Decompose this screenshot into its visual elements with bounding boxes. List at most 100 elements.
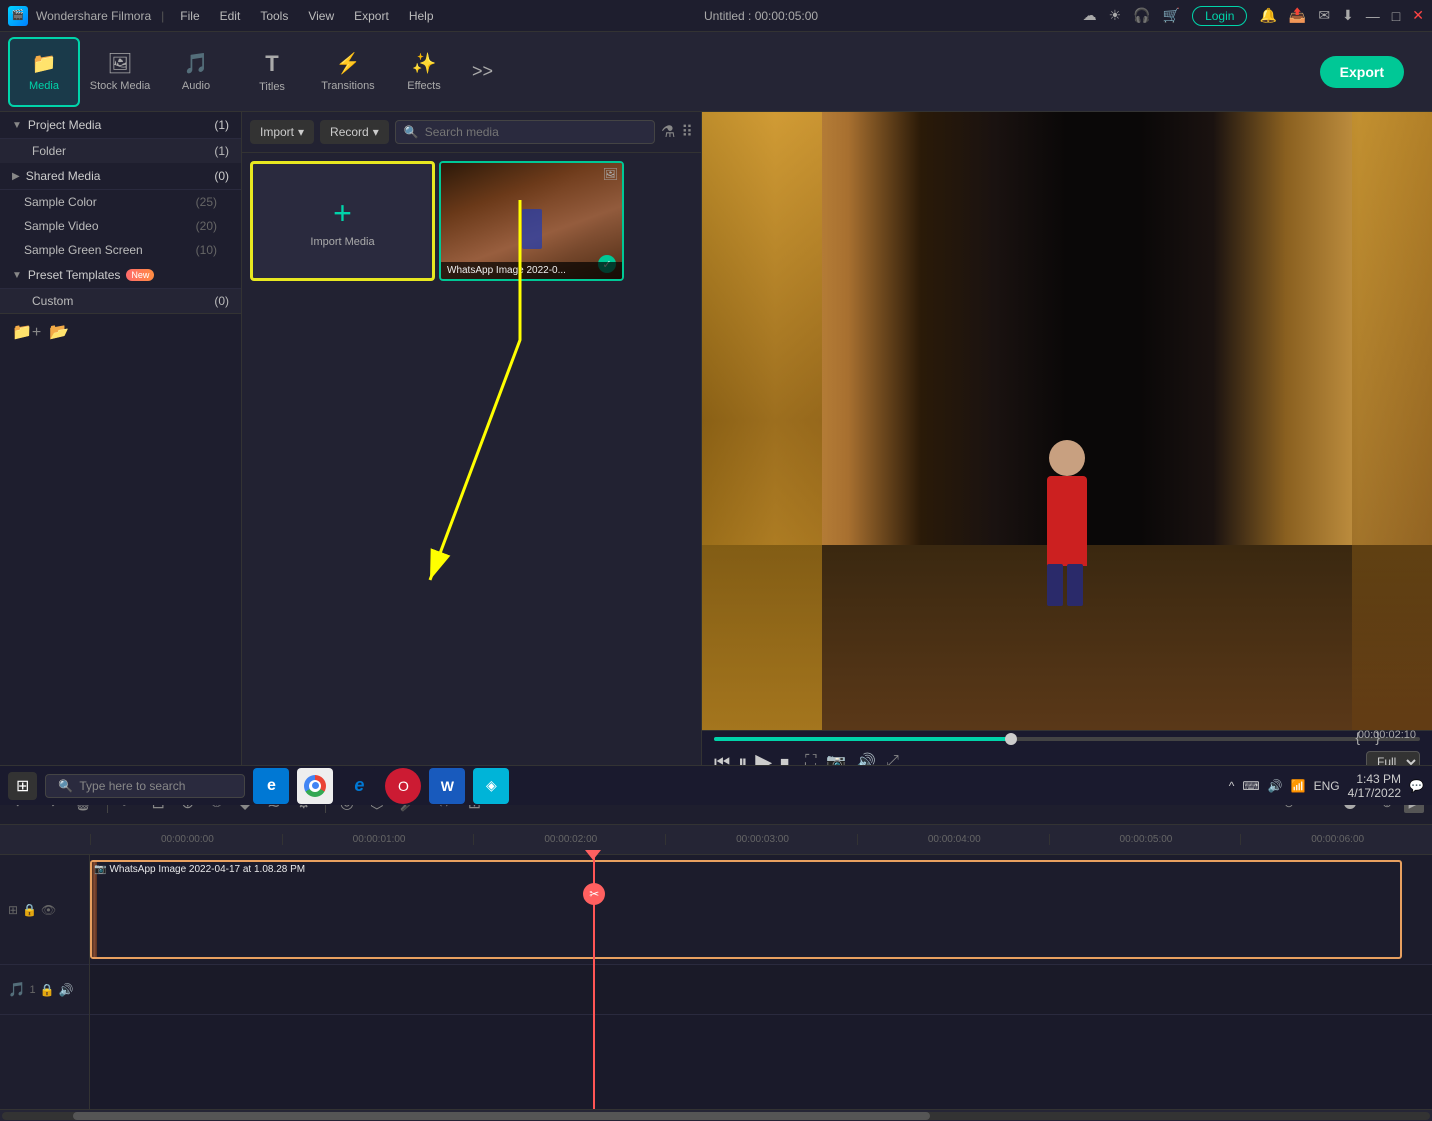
sidebar-shared-media-label: Shared Media [26,169,101,183]
sample-green-screen-count: (10) [196,243,217,257]
toolbar-more[interactable]: >> [464,53,501,90]
sidebar-item-custom[interactable]: Custom (0) [0,289,241,313]
export-button[interactable]: Export [1320,56,1404,88]
language-indicator: ENG [1314,779,1340,793]
ruler-label-4: 00:00:04:00 [857,834,1049,845]
mail-icon[interactable]: ✉ [1318,7,1330,24]
chevron-down-icon: ▼ [12,120,22,131]
playhead-head [585,850,601,860]
menu-file[interactable]: File [174,9,205,23]
audio-number: 1 [29,984,35,996]
clip-label: WhatsApp Image 2022-04-17 at 1.08.28 PM [109,864,305,875]
titles-label: Titles [259,81,285,93]
video-track-lock-icon[interactable]: 🔒 [22,903,37,917]
custom-count: (0) [214,294,229,308]
track-area: ⊞ 🔒 👁 🎵 1 🔒 🔊 [0,855,1432,1109]
close-button[interactable]: ✕ [1412,7,1424,24]
main-area: ▼ Project Media (1) Folder (1) ▶ Shared … [0,112,1432,781]
import-placeholder[interactable]: + Import Media [250,161,435,281]
audio-lock-icon[interactable]: 🔒 [40,983,55,997]
menu-view[interactable]: View [302,9,340,23]
sidebar-section-preset-templates[interactable]: ▼ Preset Templates New [0,262,241,289]
download-icon[interactable]: ⬇ [1342,7,1354,24]
search-input[interactable] [425,125,646,139]
volume-icon-taskbar[interactable]: 🔊 [1268,779,1283,793]
track-label-video: ⊞ 🔒 👁 [0,855,89,965]
progress-thumb[interactable] [1005,733,1017,745]
toolbar-media[interactable]: 📁 Media [8,37,80,107]
import-button[interactable]: Import ▾ [250,120,314,144]
progress-bar[interactable]: { } 00:00:02:10 [714,737,1420,741]
ruler-label-6: 00:00:06:00 [1240,834,1432,845]
effects-label: Effects [407,80,440,92]
playhead[interactable]: ✂ [593,855,595,1109]
media-item-whatsapp[interactable]: 🖼 ✓ WhatsApp Image 2022-0... [439,161,624,281]
folder-label: Folder [32,144,66,158]
sidebar-item-sample-color[interactable]: Sample Color (25) [0,190,241,214]
sidebar-item-sample-video[interactable]: Sample Video (20) [0,214,241,238]
keyboard-icon[interactable]: ⌨ [1242,779,1259,793]
media-panel: Import ▾ Record ▾ 🔍 ⚗ ⠿ + Import Media [242,112,702,781]
toolbar-effects[interactable]: ✨ Effects [388,37,460,107]
notification-taskbar-icon[interactable]: 💬 [1409,779,1424,793]
taskbar-app-misc[interactable]: ◈ [473,768,509,804]
track-label-audio: 🎵 1 🔒 🔊 [0,965,89,1015]
toolbar-audio[interactable]: 🎵 Audio [160,37,232,107]
minimize-button[interactable]: — [1366,8,1380,24]
clip-type-icon: 📷 [94,864,106,875]
folder-button[interactable]: 📂 [49,322,69,342]
toolbar: 📁 Media 🖼 Stock Media 🎵 Audio T Titles ⚡… [0,32,1432,112]
sidebar-section-shared-media[interactable]: ▶ Shared Media (0) [0,163,241,190]
menu-export[interactable]: Export [348,9,395,23]
track-content: 📷 WhatsApp Image 2022-04-17 at 1.08.28 P… [90,855,1432,1109]
sidebar-item-sample-green-screen[interactable]: Sample Green Screen (10) [0,238,241,262]
taskbar-app-opera[interactable]: O [385,768,421,804]
add-folder-button[interactable]: 📁+ [12,322,41,342]
menu-edit[interactable]: Edit [214,9,247,23]
toolbar-transitions[interactable]: ⚡ Transitions [312,37,384,107]
wifi-icon[interactable]: 📶 [1291,779,1306,793]
record-button[interactable]: Record ▾ [320,120,389,144]
timeline-area: ↩ ↪ 🗑 ✂ ⊡ ⊕ ⏱ ◆ ≋ ⚙ ◎ ⬡ 🎤 ↔ ⊞ ⊖ ⊕ ▶ [0,781,1432,1121]
project-media-count: (1) [214,118,229,132]
import-dropdown-icon[interactable]: ▾ [298,125,304,139]
menu-help[interactable]: Help [403,9,440,23]
video-track-eye-icon[interactable]: 👁 [41,903,56,917]
start-button[interactable]: ⊞ [8,772,37,800]
login-button[interactable]: Login [1192,6,1247,26]
menu-tools[interactable]: Tools [254,9,294,23]
taskbar-app-chrome[interactable] [297,768,333,804]
notification-icon[interactable]: 🔔 [1259,7,1276,24]
filter-icon[interactable]: ⚗ [661,122,675,142]
video-track-row[interactable]: 📷 WhatsApp Image 2022-04-17 at 1.08.28 P… [90,855,1432,965]
audio-mute-icon[interactable]: 🔊 [59,983,74,997]
horizontal-scrollbar[interactable] [0,1109,1432,1121]
audio-track-row[interactable] [90,965,1432,1015]
toolbar-stock-media[interactable]: 🖼 Stock Media [84,37,156,107]
chevron-up-icon[interactable]: ^ [1229,779,1235,793]
stock-media-label: Stock Media [90,80,151,92]
toolbar-titles[interactable]: T Titles [236,37,308,107]
media-icon: 📁 [32,51,57,76]
taskbar-search[interactable]: 🔍 Type here to search [45,774,245,798]
taskbar-app-word[interactable]: W [429,768,465,804]
maximize-button[interactable]: □ [1392,8,1400,24]
share-icon[interactable]: 📤 [1289,7,1306,24]
taskbar-app-edge-legacy[interactable]: e [253,768,289,804]
cart-icon[interactable]: 🛒 [1163,7,1180,24]
scrollbar-thumb[interactable] [73,1112,930,1120]
cloud-icon[interactable]: ☁ [1083,7,1097,24]
timeline-ruler: 00:00:00:00 00:00:01:00 00:00:02:00 00:0… [0,825,1432,855]
sun-icon[interactable]: ☀ [1109,7,1122,24]
search-box[interactable]: 🔍 [395,120,655,144]
sidebar-item-folder[interactable]: Folder (1) [0,139,241,163]
record-dropdown-icon[interactable]: ▾ [373,125,379,139]
sidebar-section-project-media[interactable]: ▼ Project Media (1) [0,112,241,139]
headphone-icon[interactable]: 🎧 [1133,7,1150,24]
video-track-pip-icon[interactable]: ⊞ [8,903,18,917]
grid-icon[interactable]: ⠿ [681,122,693,142]
taskbar-app-edge[interactable]: e [341,768,377,804]
sidebar-bottom-actions: 📁+ 📂 [0,313,241,350]
video-clip[interactable]: 📷 WhatsApp Image 2022-04-17 at 1.08.28 P… [90,860,1402,959]
shared-media-count: (0) [214,169,229,183]
